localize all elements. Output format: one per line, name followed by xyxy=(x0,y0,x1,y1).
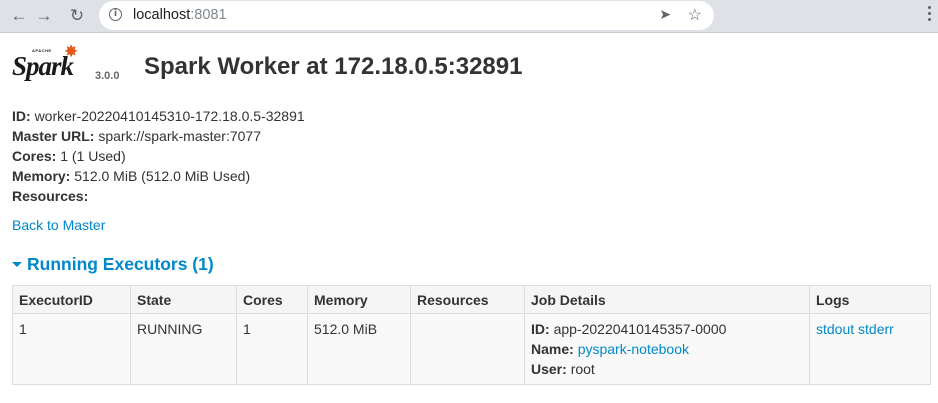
worker-summary: ID: worker-20220410145310-172.18.0.5-328… xyxy=(12,106,926,206)
url-text[interactable]: localhost:8081 xyxy=(133,7,227,23)
forward-arrow-icon[interactable]: → xyxy=(35,7,53,25)
cell-resources xyxy=(410,313,525,385)
send-icon[interactable]: ➤ xyxy=(659,6,671,23)
back-to-master-link[interactable]: Back to Master xyxy=(12,215,105,235)
col-cores[interactable]: Cores xyxy=(236,285,308,314)
back-arrow-icon[interactable]: ← xyxy=(10,7,28,25)
job-user-label: User: xyxy=(531,361,567,377)
col-memory[interactable]: Memory xyxy=(307,285,411,314)
summary-memory-label: Memory: xyxy=(12,168,71,184)
reload-icon[interactable]: ↻ xyxy=(68,7,86,25)
summary-cores-label: Cores: xyxy=(12,148,57,164)
cell-logs: stdout stderr xyxy=(809,313,931,385)
stderr-link[interactable]: stderr xyxy=(858,321,894,337)
summary-memory-value: 512.0 MiB (512.0 MiB Used) xyxy=(74,168,251,184)
table-row: 1 RUNNING 1 512.0 MiB ID: app-2022041014… xyxy=(12,313,931,385)
col-logs[interactable]: Logs xyxy=(809,285,931,314)
info-icon[interactable]: i xyxy=(109,8,122,21)
running-executors-header[interactable]: Running Executors (1) xyxy=(12,253,926,275)
summary-master-value: spark://spark-master:7077 xyxy=(98,128,261,144)
job-name-link[interactable]: pyspark-notebook xyxy=(578,341,689,357)
summary-id-value: worker-20220410145310-172.18.0.5-32891 xyxy=(34,108,305,124)
executors-table: ExecutorID State Cores Memory Resources … xyxy=(12,285,931,385)
spark-version: 3.0.0 xyxy=(95,70,120,82)
cell-cores: 1 xyxy=(236,313,308,385)
page-title: Spark Worker at 172.18.0.5:32891 xyxy=(144,53,523,80)
summary-master-label: Master URL: xyxy=(12,128,95,144)
cell-state: RUNNING xyxy=(130,313,237,385)
summary-id: ID: worker-20220410145310-172.18.0.5-328… xyxy=(12,106,926,126)
job-name-label: Name: xyxy=(531,341,574,357)
browser-toolbar: ← → ↻ i localhost:8081 ➤ ☆ xyxy=(0,0,938,33)
cell-job-details: ID: app-20220410145357-0000 Name: pyspar… xyxy=(524,313,810,385)
summary-memory: Memory: 512.0 MiB (512.0 MiB Used) xyxy=(12,166,926,186)
kebab-menu-icon[interactable] xyxy=(928,6,932,24)
cell-executor-id: 1 xyxy=(12,313,131,385)
cell-memory: 512.0 MiB xyxy=(307,313,411,385)
page-header: APACHE Spark ✸ 3.0.0 Spark Worker at 172… xyxy=(12,33,926,101)
job-user-value: root xyxy=(570,361,595,377)
summary-cores: Cores: 1 (1 Used) xyxy=(12,146,926,166)
spark-logo[interactable]: APACHE Spark ✸ 3.0.0 xyxy=(12,42,122,87)
summary-resources: Resources: xyxy=(12,186,926,206)
url-port: :8081 xyxy=(190,7,227,23)
page-content: APACHE Spark ✸ 3.0.0 Spark Worker at 172… xyxy=(0,33,938,385)
col-state[interactable]: State xyxy=(130,285,237,314)
summary-cores-value: 1 (1 Used) xyxy=(60,148,126,164)
running-executors-title: Running Executors (1) xyxy=(27,254,214,274)
col-resources[interactable]: Resources xyxy=(410,285,525,314)
job-id-label: ID: xyxy=(531,321,550,337)
url-host: localhost xyxy=(133,7,191,23)
col-executor-id[interactable]: ExecutorID xyxy=(12,285,131,314)
summary-master-url: Master URL: spark://spark-master:7077 xyxy=(12,126,926,146)
address-bar[interactable]: i localhost:8081 ➤ ☆ xyxy=(99,1,714,30)
job-user-line: User: root xyxy=(531,359,803,379)
summary-id-label: ID: xyxy=(12,108,31,124)
stdout-link[interactable]: stdout xyxy=(816,321,854,337)
job-id-line: ID: app-20220410145357-0000 xyxy=(531,319,803,339)
table-header-row: ExecutorID State Cores Memory Resources … xyxy=(12,285,931,314)
col-job-details[interactable]: Job Details xyxy=(524,285,810,314)
caret-down-icon xyxy=(12,261,22,267)
job-id-value: app-20220410145357-0000 xyxy=(553,321,727,337)
job-name-line: Name: pyspark-notebook xyxy=(531,339,803,359)
summary-resources-label: Resources: xyxy=(12,188,89,204)
spark-star-icon: ✸ xyxy=(64,42,79,61)
bookmark-star-icon[interactable]: ☆ xyxy=(688,5,702,25)
